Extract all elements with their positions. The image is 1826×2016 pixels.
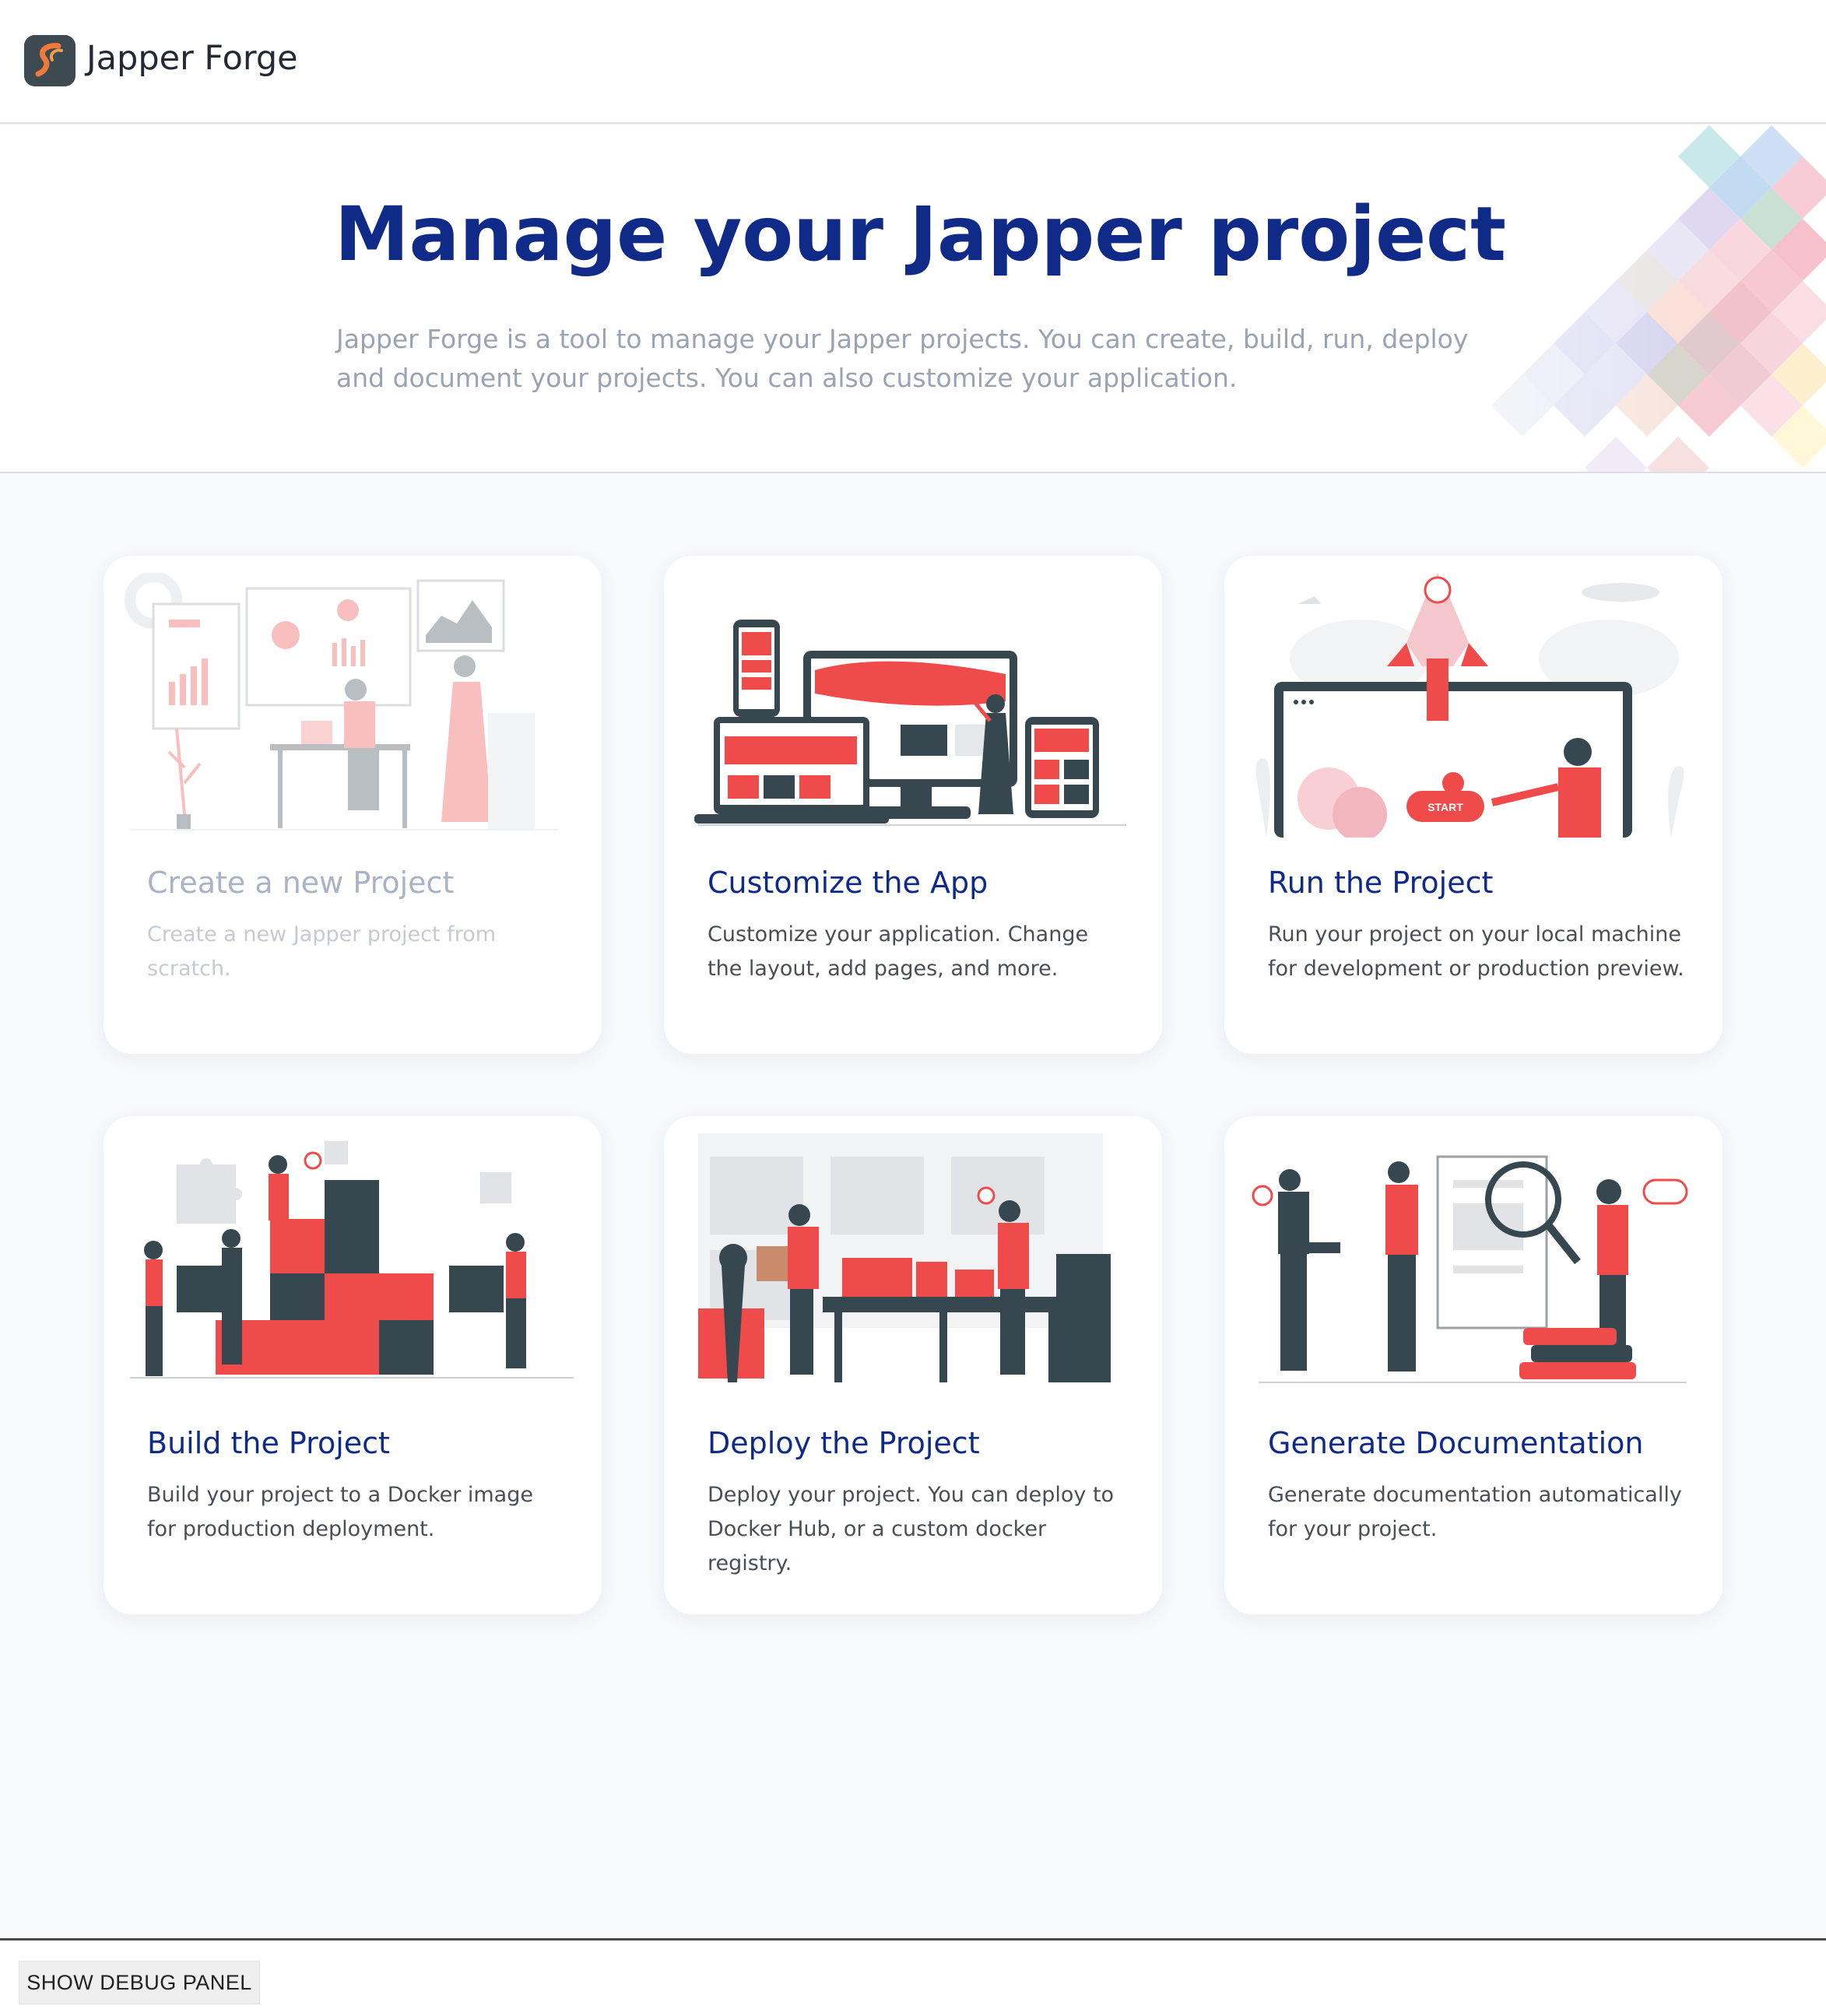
card-title[interactable]: Customize the App [708,866,988,900]
card-title[interactable]: Run the Project [1268,866,1493,900]
puzzle-team-illustration [130,1141,574,1379]
card-description: Build your project to a Docker image for… [147,1483,533,1541]
card-description: Run your project on your local machine f… [1268,922,1684,981]
card-build-project[interactable]: Build the Project Build your project to … [104,1116,602,1614]
responsive-devices-illustration [694,620,1126,826]
debug-bar: SHOW DEBUG PANEL [0,1938,1826,2016]
card-customize-app[interactable]: Customize the App Customize your applica… [664,556,1162,1054]
card-run-project[interactable]: START Run the Project Run your project o… [1224,556,1722,1054]
hero-title: Manage your Japper project [335,191,1506,278]
card-deploy-project[interactable]: Deploy the Project Deploy your project. … [664,1116,1162,1614]
hero-mosaic-decoration [1009,125,1826,472]
card-create-project: Create a new Project Create a new Japper… [104,556,602,1054]
card-title[interactable]: Build the Project [147,1426,390,1460]
card-description: Customize your application. Change the l… [708,922,1089,981]
japper-forge-logo-icon[interactable] [24,35,75,86]
svg-text:START: START [1427,801,1463,813]
hero-section: Manage your Japper project Japper Forge … [0,125,1826,473]
card-title: Create a new Project [147,866,455,900]
card-generate-docs[interactable]: Generate Documentation Generate document… [1224,1116,1722,1614]
card-description: Create a new Japper project from scratch… [147,922,497,981]
app-name[interactable]: Japper Forge [86,39,298,78]
dashboard-analytics-illustration [125,573,558,831]
card-title[interactable]: Generate Documentation [1268,1426,1644,1460]
documentation-research-illustration [1252,1155,1688,1383]
rocket-launch-illustration: START [1255,573,1684,838]
warehouse-delivery-illustration [698,1133,1111,1382]
card-description: Generate documentation automatically for… [1268,1483,1682,1541]
top-bar: Japper Forge [0,0,1826,124]
hero-description: Japper Forge is a tool to manage your Ja… [336,324,1469,393]
card-title[interactable]: Deploy the Project [708,1426,980,1460]
card-description: Deploy your project. You can deploy to D… [708,1483,1115,1575]
show-debug-panel-button[interactable]: SHOW DEBUG PANEL [19,1961,260,2004]
